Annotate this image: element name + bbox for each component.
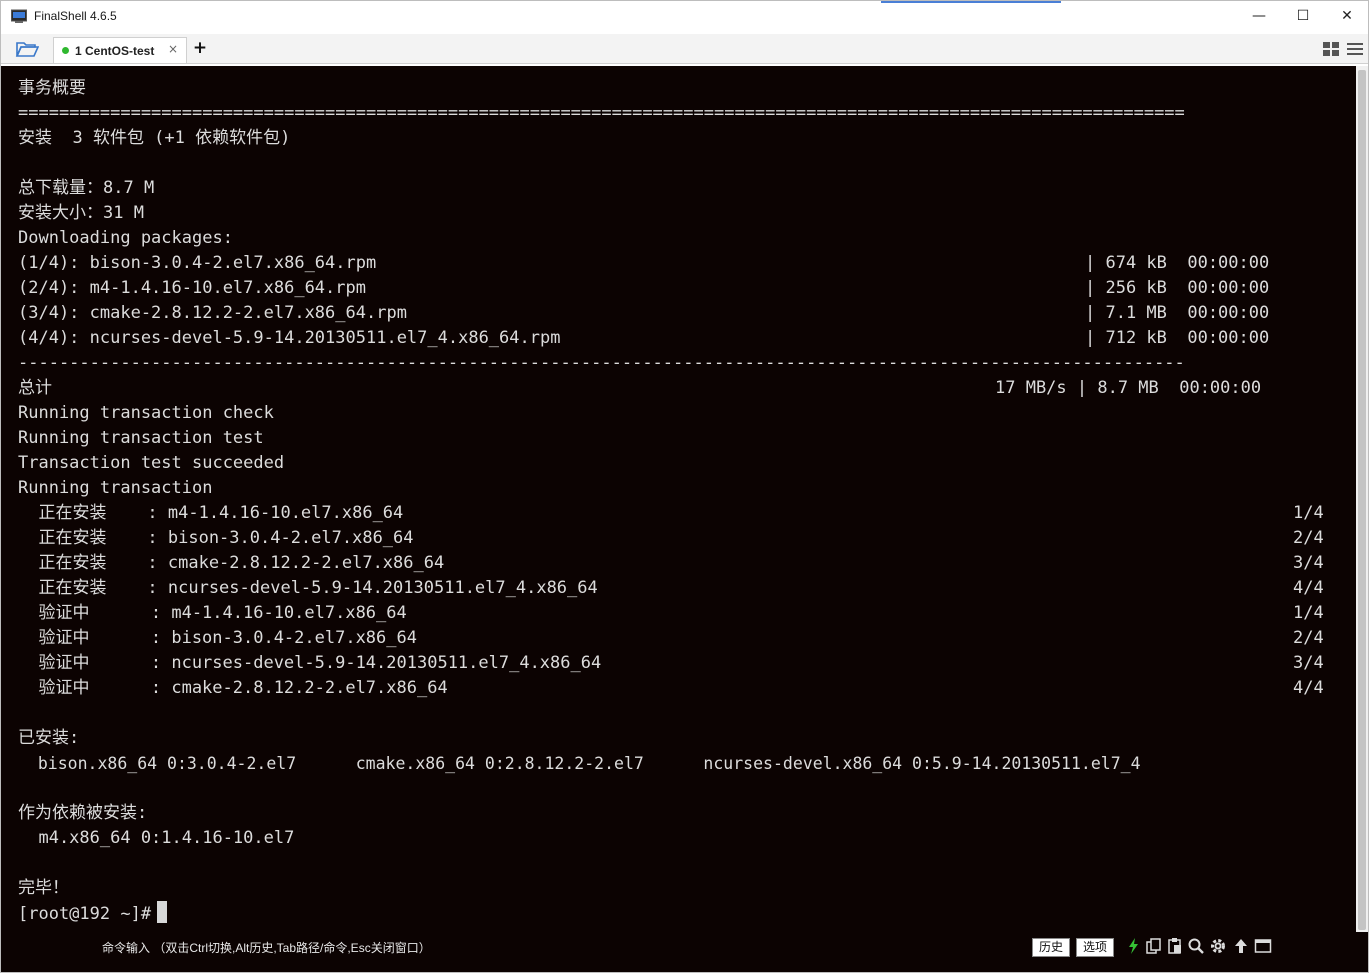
folder-icon[interactable] bbox=[15, 39, 39, 59]
arrow-up-icon[interactable] bbox=[1232, 937, 1250, 955]
title-accent-line bbox=[881, 1, 1061, 3]
terminal-line: Running transaction bbox=[18, 478, 213, 498]
terminal-separator: ----------------------------------------… bbox=[18, 353, 1185, 373]
terminal-line: 事务概要 bbox=[18, 78, 86, 98]
download-stat: | 674 kB 00:00:00 bbox=[1085, 253, 1270, 273]
total-download-stat: 17 MB/s | 8.7 MB 00:00:00 bbox=[995, 378, 1262, 398]
scrollbar-thumb[interactable] bbox=[1358, 70, 1366, 930]
terminal-line: (4/4): ncurses-devel-5.9-14.20130511.el7… bbox=[18, 328, 561, 348]
search-icon[interactable] bbox=[1187, 937, 1205, 955]
terminal-line: 安装大小：31 M bbox=[18, 203, 144, 223]
terminal-line: 正在安装 : ncurses-devel-5.9-14.20130511.el7… bbox=[18, 578, 598, 598]
title-bar[interactable]: FinalShell 4.6.5 — ☐ ✕ bbox=[1, 1, 1368, 33]
terminal-cursor bbox=[157, 901, 168, 923]
finalshell-window: FinalShell 4.6.5 — ☐ ✕ 1 CentOS-test × + bbox=[0, 0, 1369, 973]
tab-bar: 1 CentOS-test × + bbox=[1, 34, 1368, 64]
minimize-button[interactable]: — bbox=[1237, 1, 1281, 31]
terminal-line: 验证中 : ncurses-devel-5.9-14.20130511.el7_… bbox=[18, 653, 602, 673]
history-button[interactable]: 历史 bbox=[1032, 938, 1071, 957]
terminal-line: 正在安装 : cmake-2.8.12.2-2.el7.x86_64 bbox=[18, 553, 445, 573]
terminal-line: bison.x86_64 0:3.0.4-2.el7 cmake.x86_64 … bbox=[18, 754, 1141, 773]
terminal-line: m4.x86_64 0:1.4.16-10.el7 bbox=[18, 828, 295, 848]
options-button[interactable]: 选项 bbox=[1076, 938, 1115, 957]
progress-count: 4/4 bbox=[1293, 678, 1324, 698]
progress-count: 1/4 bbox=[1293, 503, 1324, 523]
terminal-line: 作为依赖被安装: bbox=[18, 803, 148, 823]
shell-prompt: [root@192 ~]# bbox=[18, 904, 152, 924]
tab-label: 1 CentOS-test bbox=[75, 43, 155, 58]
terminal-line: Running transaction check bbox=[18, 403, 274, 423]
command-input-hint[interactable]: 命令输入 （双击Ctrl切换,Alt历史,Tab路径/命令,Esc关闭窗口） bbox=[102, 939, 431, 956]
terminal-line: Downloading packages: bbox=[18, 228, 233, 248]
progress-count: 2/4 bbox=[1293, 628, 1324, 648]
tab-close-icon[interactable]: × bbox=[168, 42, 178, 56]
window-title: FinalShell 4.6.5 bbox=[34, 9, 117, 23]
terminal-line: (1/4): bison-3.0.4-2.el7.x86_64.rpm bbox=[18, 253, 377, 273]
progress-count: 1/4 bbox=[1293, 603, 1324, 623]
terminal-line: 完毕！ bbox=[18, 878, 69, 898]
add-tab-button[interactable]: + bbox=[191, 39, 209, 57]
maximize-button[interactable]: ☐ bbox=[1281, 1, 1325, 31]
close-window-button[interactable]: ✕ bbox=[1325, 1, 1369, 31]
terminal-line: 验证中 : m4-1.4.16-10.el7.x86_64 bbox=[18, 603, 407, 623]
terminal-line: 验证中 : bison-3.0.4-2.el7.x86_64 bbox=[18, 628, 417, 648]
hamburger-menu-icon[interactable] bbox=[1347, 42, 1363, 56]
terminal-output[interactable]: 事务概要 ===================================… bbox=[1, 66, 1356, 932]
connection-status-dot-icon bbox=[62, 47, 69, 54]
gear-icon[interactable] bbox=[1209, 937, 1227, 955]
command-input-bar[interactable]: 命令输入 （双击Ctrl切换,Alt历史,Tab路径/命令,Esc关闭窗口） 历… bbox=[1, 932, 1368, 972]
terminal-line: 正在安装 : m4-1.4.16-10.el7.x86_64 bbox=[18, 503, 404, 523]
download-stat: | 256 kB 00:00:00 bbox=[1085, 278, 1270, 298]
terminal-line: 总下载量：8.7 M bbox=[18, 178, 155, 198]
terminal-line: Transaction test succeeded bbox=[18, 453, 285, 473]
download-stat: | 712 kB 00:00:00 bbox=[1085, 328, 1270, 348]
progress-count: 2/4 bbox=[1293, 528, 1324, 548]
terminal-scrollbar[interactable] bbox=[1356, 66, 1368, 932]
progress-count: 4/4 bbox=[1293, 578, 1324, 598]
terminal-line: (3/4): cmake-2.8.12.2-2.el7.x86_64.rpm bbox=[18, 303, 407, 323]
download-stat: | 7.1 MB 00:00:00 bbox=[1085, 303, 1270, 323]
terminal-line: 安装 3 软件包 (+1 依赖软件包) bbox=[18, 128, 291, 148]
copy-icon[interactable] bbox=[1145, 937, 1163, 955]
progress-count: 3/4 bbox=[1293, 553, 1324, 573]
lightning-icon[interactable] bbox=[1125, 937, 1143, 955]
terminal-line: 正在安装 : bison-3.0.4-2.el7.x86_64 bbox=[18, 528, 414, 548]
paste-icon[interactable] bbox=[1166, 937, 1184, 955]
terminal-line: 已安装: bbox=[18, 728, 80, 748]
layout-grid-icon[interactable] bbox=[1323, 42, 1339, 56]
terminal-line: 验证中 : cmake-2.8.12.2-2.el7.x86_64 bbox=[18, 678, 448, 698]
window-icon[interactable] bbox=[1254, 937, 1272, 955]
finalshell-app-icon bbox=[11, 9, 27, 23]
tab-centos-test[interactable]: 1 CentOS-test × bbox=[53, 37, 187, 63]
progress-count: 3/4 bbox=[1293, 653, 1324, 673]
terminal-line: (2/4): m4-1.4.16-10.el7.x86_64.rpm bbox=[18, 278, 366, 298]
terminal-line: Running transaction test bbox=[18, 428, 264, 448]
terminal-line: 总计 bbox=[18, 378, 52, 398]
terminal-prompt-line: [root@192 ~]# bbox=[18, 901, 168, 926]
terminal-separator: ========================================… bbox=[18, 103, 1185, 123]
